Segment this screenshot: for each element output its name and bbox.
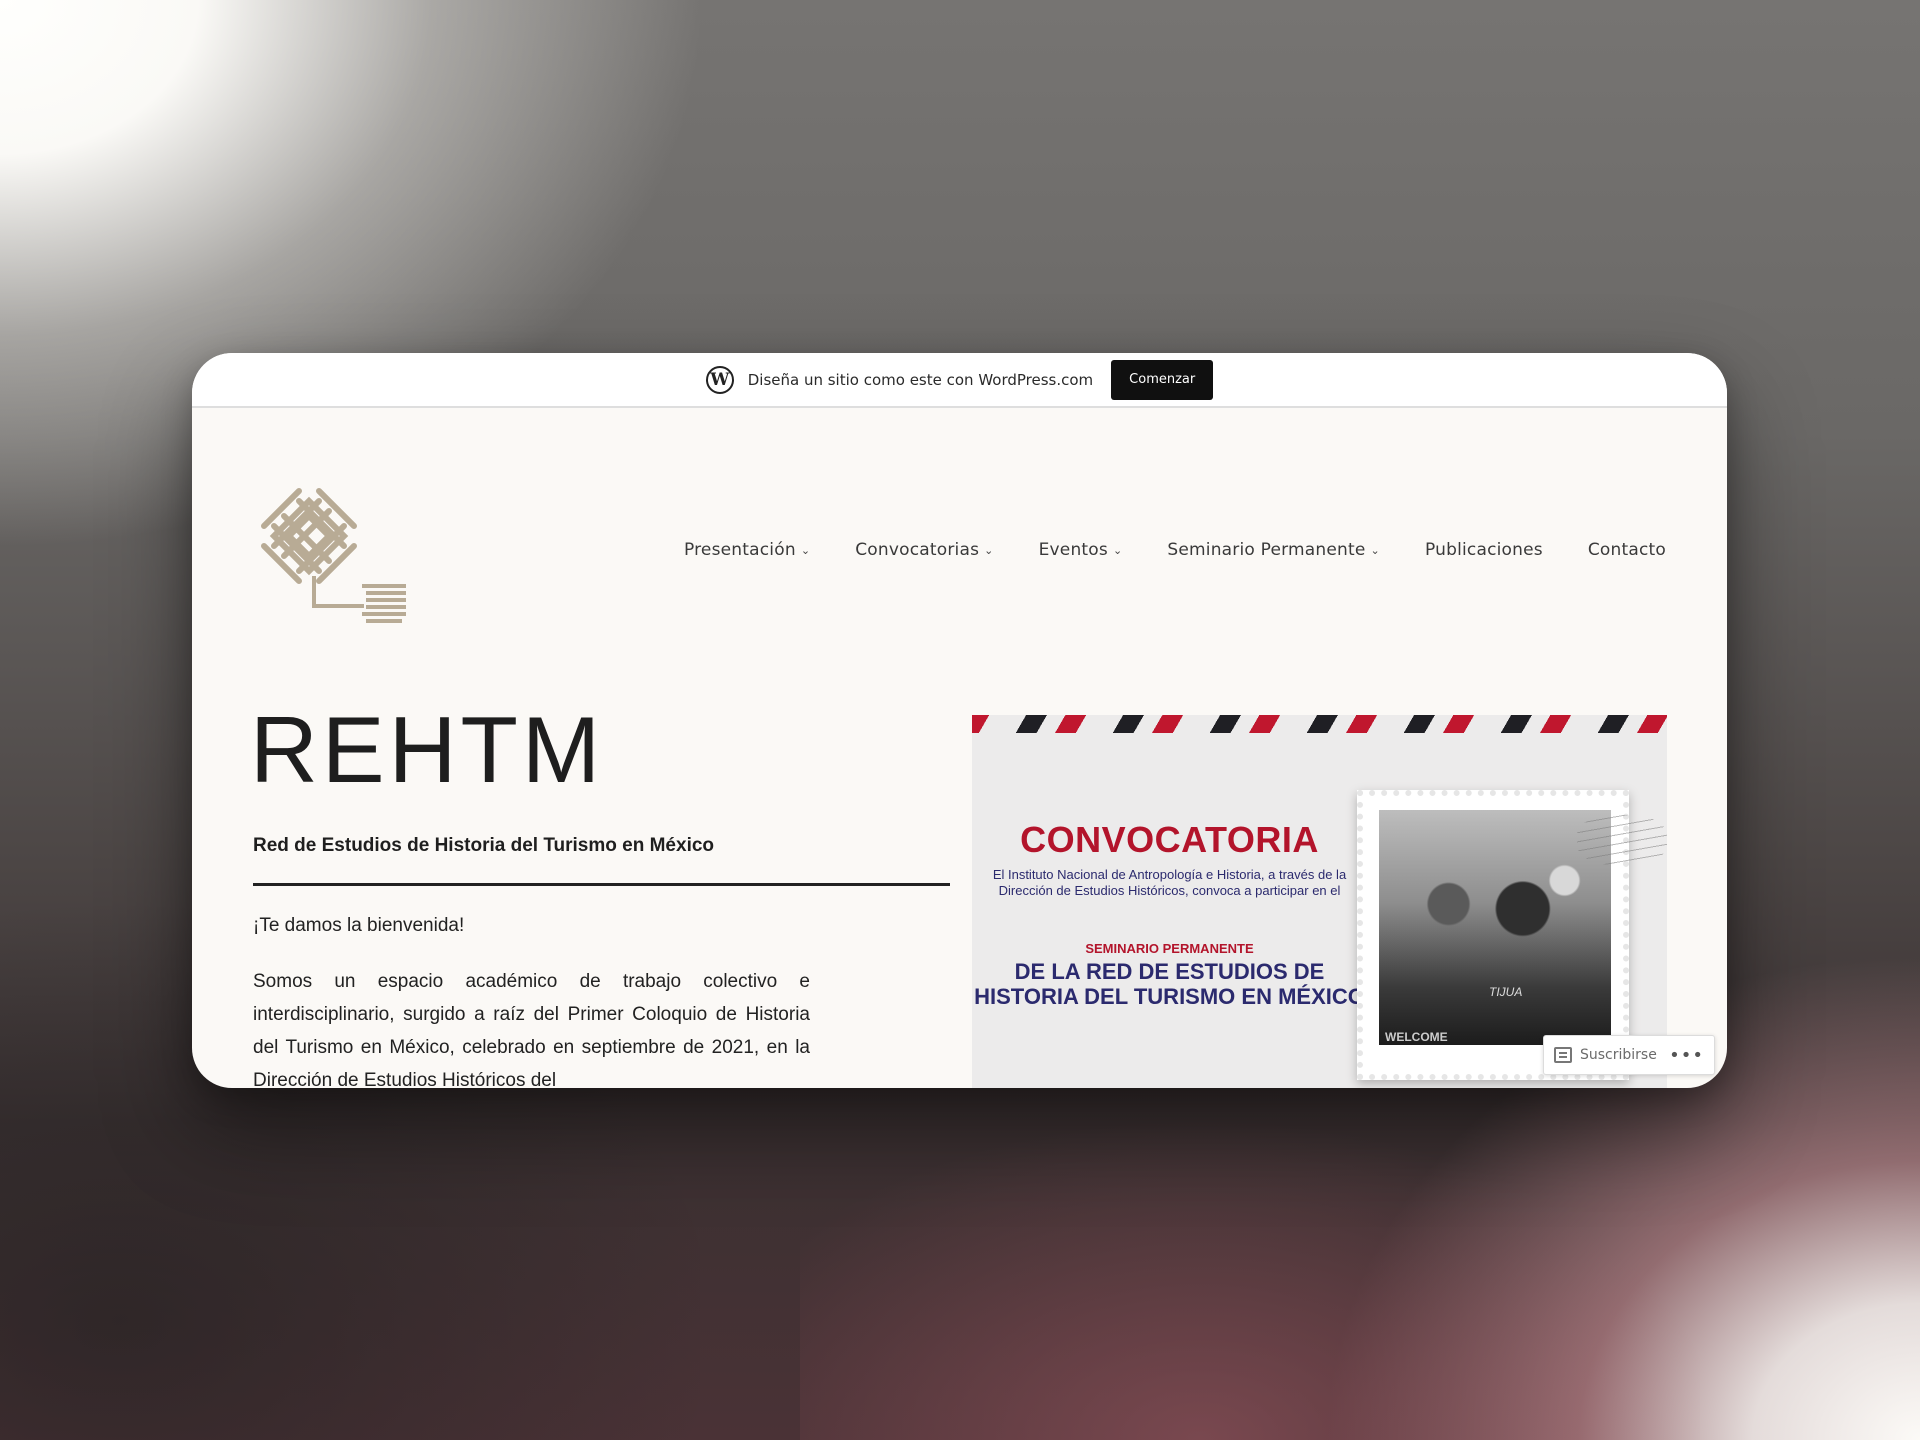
chevron-down-icon: ⌄ xyxy=(800,543,811,557)
subscribe-button[interactable]: Suscribirse xyxy=(1580,1047,1657,1063)
chevron-down-icon: ⌄ xyxy=(1112,543,1123,557)
divider xyxy=(253,883,950,886)
photo-welcome-text: WELCOME xyxy=(1385,1030,1448,1044)
photo-sign-text: TIJUA xyxy=(1489,985,1523,999)
nav-item-label: Presentación xyxy=(683,540,796,560)
nav-item-label: Publicaciones xyxy=(1424,540,1543,560)
wordpress-logo-icon[interactable]: W xyxy=(705,365,734,394)
intro-paragraph: Somos un espacio académico de trabajo co… xyxy=(253,971,810,1088)
nav-item-publicaciones[interactable]: Publicaciones xyxy=(1425,540,1543,560)
poster-seminar-title: DE LA RED DE ESTUDIOS DE HISTORIA DEL TU… xyxy=(974,959,1365,1009)
site-title[interactable]: REHTM xyxy=(250,703,604,797)
browser-window: W Diseña un sitio como este con WordPres… xyxy=(192,353,1727,1088)
nav-item-convocatorias[interactable]: Convocatorias ⌄ xyxy=(855,540,993,560)
poster-body: El Instituto Nacional de Antropología e … xyxy=(992,867,1347,898)
more-options-icon[interactable]: ••• xyxy=(1669,1045,1704,1066)
main-navigation: Presentación ⌄ Convocatorias ⌄ Eventos ⌄… xyxy=(684,540,1666,560)
site-tagline: Red de Estudios de Historia del Turismo … xyxy=(253,835,715,856)
poster-heading: CONVOCATORIA xyxy=(1020,819,1319,860)
start-button[interactable]: Comenzar xyxy=(1111,359,1214,400)
nav-item-label: Eventos xyxy=(1038,540,1108,560)
nav-item-eventos[interactable]: Eventos ⌄ xyxy=(1039,540,1123,560)
nav-item-contacto[interactable]: Contacto xyxy=(1588,540,1666,560)
nav-item-label: Seminario Permanente xyxy=(1167,540,1366,560)
site-logo[interactable] xyxy=(254,481,409,626)
chevron-down-icon: ⌄ xyxy=(1370,543,1380,557)
nav-item-seminario-permanente[interactable]: Seminario Permanente ⌄ xyxy=(1167,540,1380,560)
welcome-text: ¡Te damos la bienvenida! xyxy=(253,915,465,936)
nav-item-label: Convocatorias xyxy=(855,540,980,560)
poster-seminar-label: SEMINARIO PERMANENTE xyxy=(1085,941,1254,956)
nav-item-presentacion[interactable]: Presentación ⌄ xyxy=(684,540,810,560)
nav-item-label: Contacto xyxy=(1587,540,1666,560)
wordpress-promo-bar: W Diseña un sitio como este con WordPres… xyxy=(192,353,1727,408)
airmail-stripe xyxy=(972,715,1667,733)
reader-icon xyxy=(1554,1047,1572,1063)
chevron-down-icon: ⌄ xyxy=(984,543,994,557)
promo-message[interactable]: Diseña un sitio como este con WordPress.… xyxy=(748,371,1093,389)
subscribe-widget[interactable]: Suscribirse ••• xyxy=(1543,1035,1715,1075)
convocatoria-poster[interactable]: CONVOCATORIA El Instituto Nacional de An… xyxy=(972,715,1667,1088)
postmark-lines xyxy=(1577,815,1667,865)
